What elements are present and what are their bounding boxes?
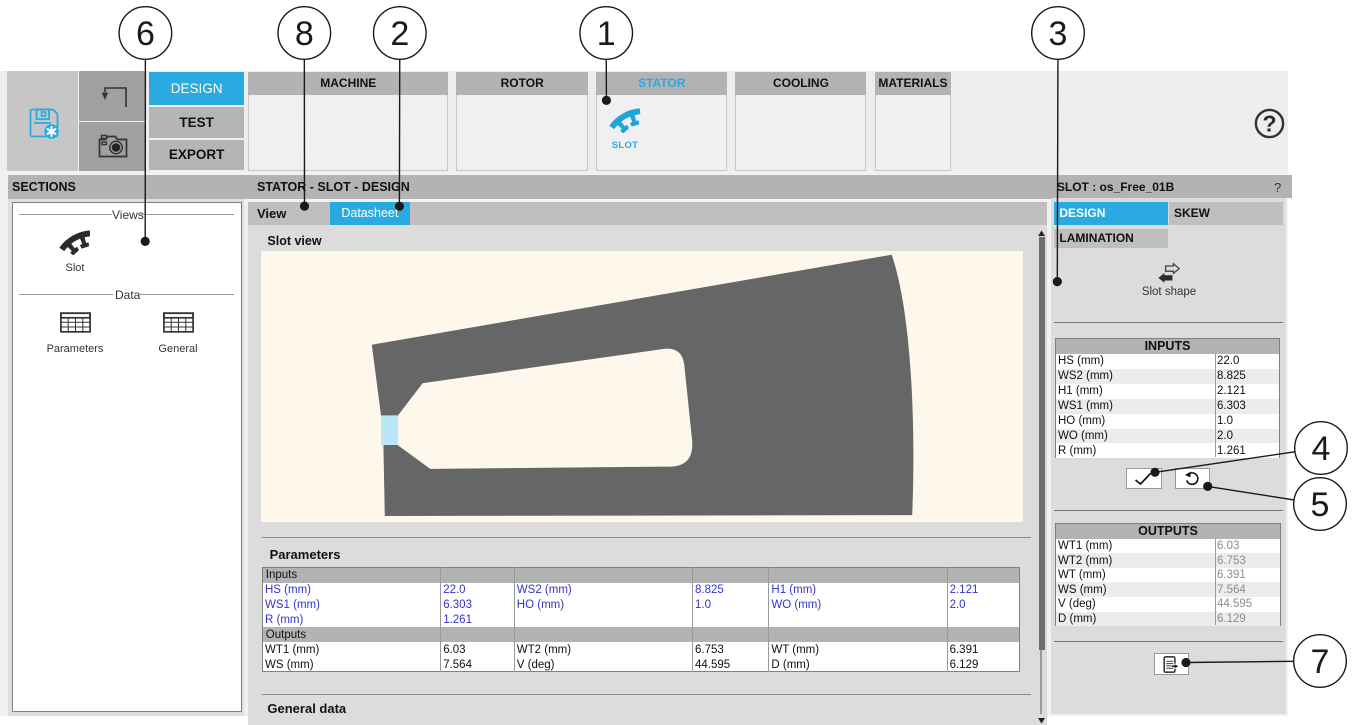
svg-text:5: 5 — [1311, 486, 1330, 524]
svg-text:2: 2 — [390, 15, 409, 53]
svg-text:3: 3 — [1049, 15, 1068, 53]
svg-text:6: 6 — [136, 15, 155, 53]
svg-text:1: 1 — [597, 15, 616, 53]
svg-text:7: 7 — [1311, 643, 1330, 681]
svg-text:4: 4 — [1312, 430, 1331, 468]
svg-text:8: 8 — [295, 15, 314, 53]
